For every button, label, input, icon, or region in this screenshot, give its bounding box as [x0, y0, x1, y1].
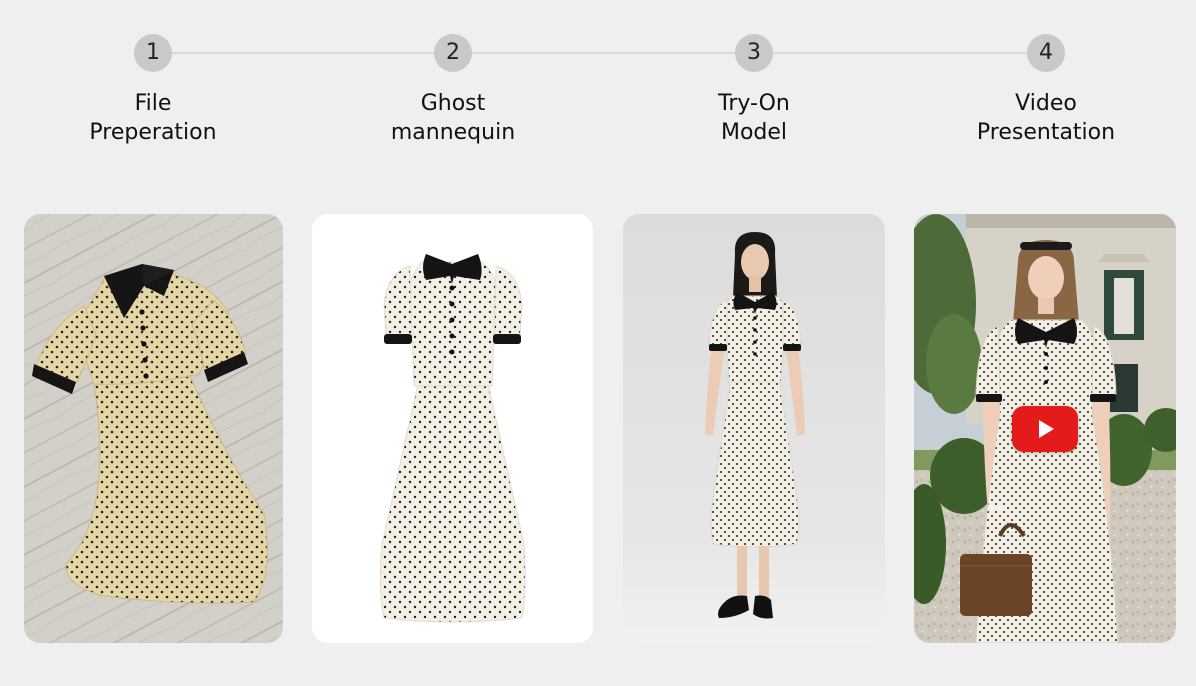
studio-model-card[interactable] — [623, 214, 885, 643]
step-connector-line — [153, 52, 1046, 54]
step-3: 3 Try-On Model — [634, 34, 874, 147]
step-3-label-line-1: Try-On — [718, 91, 790, 116]
flat-lay-dress-photo — [24, 214, 283, 643]
step-1: 1 File Preperation — [33, 34, 273, 147]
process-stepper: 1 File Preperation 2 Ghost mannequin 3 T… — [0, 0, 1196, 180]
step-1-label-line-2: Preperation — [89, 120, 217, 145]
ghost-mannequin-dress-card[interactable] — [312, 214, 593, 643]
step-4-label: Video Presentation — [926, 89, 1166, 147]
step-3-label: Try-On Model — [634, 89, 874, 147]
step-3-number-badge: 3 — [735, 34, 773, 72]
step-4-number-badge: 4 — [1027, 34, 1065, 72]
step-2-label-line-1: Ghost — [420, 91, 486, 116]
step-4-label-line-2: Presentation — [976, 120, 1116, 145]
step-2: 2 Ghost mannequin — [333, 34, 573, 147]
video-presentation-card[interactable] — [914, 214, 1176, 643]
step-2-label: Ghost mannequin — [333, 89, 573, 147]
flat-lay-dress-card[interactable] — [24, 214, 283, 643]
step-1-number-badge: 1 — [134, 34, 172, 72]
step-4-label-line-1: Video — [1015, 91, 1077, 116]
step-4: 4 Video Presentation — [926, 34, 1166, 147]
step-1-label-line-1: File — [134, 91, 172, 116]
youtube-play-icon[interactable] — [1012, 406, 1078, 452]
ghost-mannequin-dress-photo — [312, 214, 593, 643]
studio-model-dress-photo — [623, 214, 885, 643]
step-2-number-badge: 2 — [434, 34, 472, 72]
step-2-label-line-2: mannequin — [390, 120, 516, 145]
step-1-label: File Preperation — [33, 89, 273, 147]
step-3-label-line-2: Model — [720, 120, 788, 145]
